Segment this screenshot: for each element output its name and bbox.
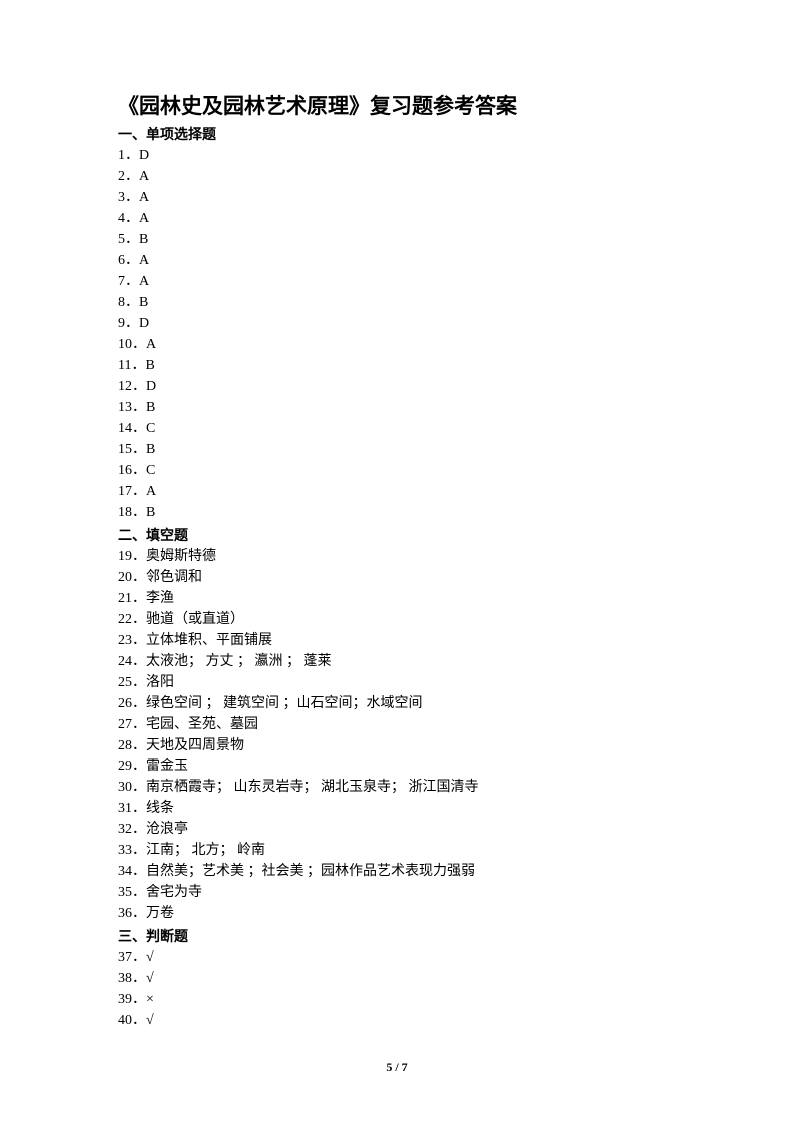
judge-answer: 37．√ [118, 947, 676, 968]
fill-answer: 26．绿色空间 ； 建筑空间 ；山石空间；水域空间 [118, 693, 676, 714]
judge-answer: 38．√ [118, 968, 676, 989]
mc-answer: 16．C [118, 460, 676, 481]
fill-answer: 34．自然美；艺术美 ；社会美 ；园林作品艺术表现力强弱 [118, 861, 676, 882]
mc-answer: 15．B [118, 439, 676, 460]
fill-answer: 35．舍宅为寺 [118, 882, 676, 903]
fill-answer: 31．线条 [118, 798, 676, 819]
mc-answer: 7．A [118, 271, 676, 292]
fill-answer: 30．南京栖霞寺； 山东灵岩寺； 湖北玉泉寺； 浙江国清寺 [118, 777, 676, 798]
mc-answer: 18．B [118, 502, 676, 523]
document-title: 《园林史及园林艺术原理》复习题参考答案 [118, 90, 676, 120]
mc-answer: 12．D [118, 376, 676, 397]
fill-answer: 23．立体堆积、平面铺展 [118, 630, 676, 651]
fill-answer: 33．江南； 北方； 岭南 [118, 840, 676, 861]
fill-answer: 22．驰道（或直道） [118, 609, 676, 630]
fill-answer: 19．奥姆斯特德 [118, 546, 676, 567]
fill-answer: 36．万卷 [118, 903, 676, 924]
mc-section-header: 一、单项选择题 [118, 124, 676, 145]
mc-answer: 2．A [118, 166, 676, 187]
fill-answer: 20．邻色调和 [118, 567, 676, 588]
page-number: 5 / 7 [0, 1060, 794, 1075]
fill-answer: 21．李渔 [118, 588, 676, 609]
mc-answer: 14．C [118, 418, 676, 439]
mc-answer: 5．B [118, 229, 676, 250]
judge-section-header: 三、判断题 [118, 926, 676, 947]
fill-answer: 24．太液池； 方丈 ； 瀛洲 ； 蓬莱 [118, 651, 676, 672]
fill-section-header: 二、填空题 [118, 525, 676, 546]
judge-answer: 39．× [118, 989, 676, 1010]
mc-answer: 13．B [118, 397, 676, 418]
fill-answer: 32．沧浪亭 [118, 819, 676, 840]
mc-answer: 9．D [118, 313, 676, 334]
fill-answer: 28．天地及四周景物 [118, 735, 676, 756]
mc-answer: 8．B [118, 292, 676, 313]
mc-answer: 4．A [118, 208, 676, 229]
fill-answer: 27．宅园、圣苑、墓园 [118, 714, 676, 735]
mc-answer: 10．A [118, 334, 676, 355]
mc-answer: 6．A [118, 250, 676, 271]
mc-answer: 3．A [118, 187, 676, 208]
judge-answer: 40．√ [118, 1010, 676, 1031]
fill-answer: 25．洛阳 [118, 672, 676, 693]
mc-answer: 17．A [118, 481, 676, 502]
mc-answer: 1．D [118, 145, 676, 166]
fill-answer: 29．雷金玉 [118, 756, 676, 777]
mc-answer: 11．B [118, 355, 676, 376]
